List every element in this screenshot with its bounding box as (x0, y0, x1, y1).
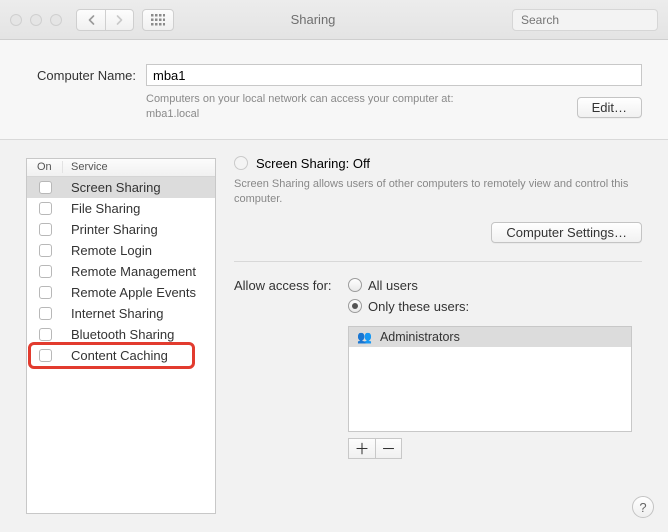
service-row[interactable]: Internet Sharing (27, 303, 215, 324)
access-option[interactable]: All users (348, 278, 632, 293)
service-checkbox[interactable] (39, 286, 52, 299)
user-row[interactable]: 👥 Administrators (349, 327, 631, 347)
window-title: Sharing (122, 12, 504, 27)
computer-name-section: Computer Name: Computers on your local n… (0, 40, 668, 140)
service-row[interactable]: Remote Management (27, 261, 215, 282)
service-label: Screen Sharing (63, 180, 161, 195)
main-content: On Service Screen Sharing File Sharing Pri… (0, 140, 668, 532)
access-option-label: Only these users: (368, 299, 469, 314)
service-label: Content Caching (63, 348, 168, 363)
remove-user-button[interactable]: － (375, 439, 401, 458)
service-label: Remote Apple Events (63, 285, 196, 300)
service-row[interactable]: Remote Apple Events (27, 282, 215, 303)
computer-name-note: Computers on your local network can acce… (146, 92, 642, 123)
service-label: Remote Management (63, 264, 196, 279)
access-label: Allow access for: (234, 278, 338, 459)
service-checkbox[interactable] (39, 265, 52, 278)
note-line-1: Computers on your local network can acce… (146, 92, 577, 107)
access-option[interactable]: Only these users: (348, 299, 632, 314)
service-checkbox[interactable] (39, 349, 52, 362)
status-description: Screen Sharing allows users of other com… (234, 177, 642, 208)
status-row: Screen Sharing: Off (234, 156, 642, 171)
access-options: All users Only these users: 👥 Administrator… (348, 278, 632, 459)
users-list[interactable]: 👥 Administrators (348, 326, 632, 432)
search-field-wrap[interactable] (512, 9, 658, 31)
service-row[interactable]: Bluetooth Sharing (27, 324, 215, 345)
service-label: Remote Login (63, 243, 152, 258)
computer-settings-button[interactable]: Computer Settings… (491, 222, 642, 243)
back-button[interactable] (77, 10, 105, 30)
min-dot[interactable] (30, 14, 42, 26)
service-detail: Screen Sharing: Off Screen Sharing allow… (234, 158, 642, 514)
service-label: Printer Sharing (63, 222, 158, 237)
service-row[interactable]: Screen Sharing (27, 177, 215, 198)
service-checkbox[interactable] (39, 244, 52, 257)
service-checkbox[interactable] (39, 223, 52, 236)
add-user-button[interactable]: ＋ (349, 439, 375, 458)
service-row[interactable]: Content Caching (27, 345, 215, 366)
titlebar: Sharing (0, 0, 668, 40)
col-service: Service (63, 161, 108, 173)
services-header: On Service (27, 159, 215, 177)
computer-name-label: Computer Name: (26, 68, 136, 83)
search-input[interactable] (519, 12, 668, 28)
radio-icon (348, 299, 362, 313)
edit-button[interactable]: Edit… (577, 97, 642, 118)
note-line-2: mba1.local (146, 107, 577, 122)
service-row[interactable]: Remote Login (27, 240, 215, 261)
service-row[interactable]: Printer Sharing (27, 219, 215, 240)
service-label: Bluetooth Sharing (63, 327, 174, 342)
services-list: On Service Screen Sharing File Sharing Pri… (26, 158, 216, 514)
status-title: Screen Sharing: Off (256, 156, 370, 171)
computer-name-input[interactable] (146, 64, 642, 86)
service-checkbox[interactable] (39, 202, 52, 215)
service-label: Internet Sharing (63, 306, 164, 321)
status-indicator-icon (234, 156, 248, 170)
help-button[interactable]: ? (632, 496, 654, 518)
service-checkbox[interactable] (39, 328, 52, 341)
access-section: Allow access for: All users Only these us… (234, 278, 642, 459)
radio-icon (348, 278, 362, 292)
service-label: File Sharing (63, 201, 140, 216)
add-remove-segment: ＋－ (348, 438, 402, 459)
window-controls (10, 14, 62, 26)
service-checkbox[interactable] (39, 307, 52, 320)
user-label: Administrators (380, 330, 460, 344)
close-dot[interactable] (10, 14, 22, 26)
col-on: On (27, 161, 63, 173)
service-row[interactable]: File Sharing (27, 198, 215, 219)
zoom-dot[interactable] (50, 14, 62, 26)
users-icon: 👥 (357, 330, 372, 344)
access-option-label: All users (368, 278, 418, 293)
service-checkbox[interactable] (39, 181, 52, 194)
